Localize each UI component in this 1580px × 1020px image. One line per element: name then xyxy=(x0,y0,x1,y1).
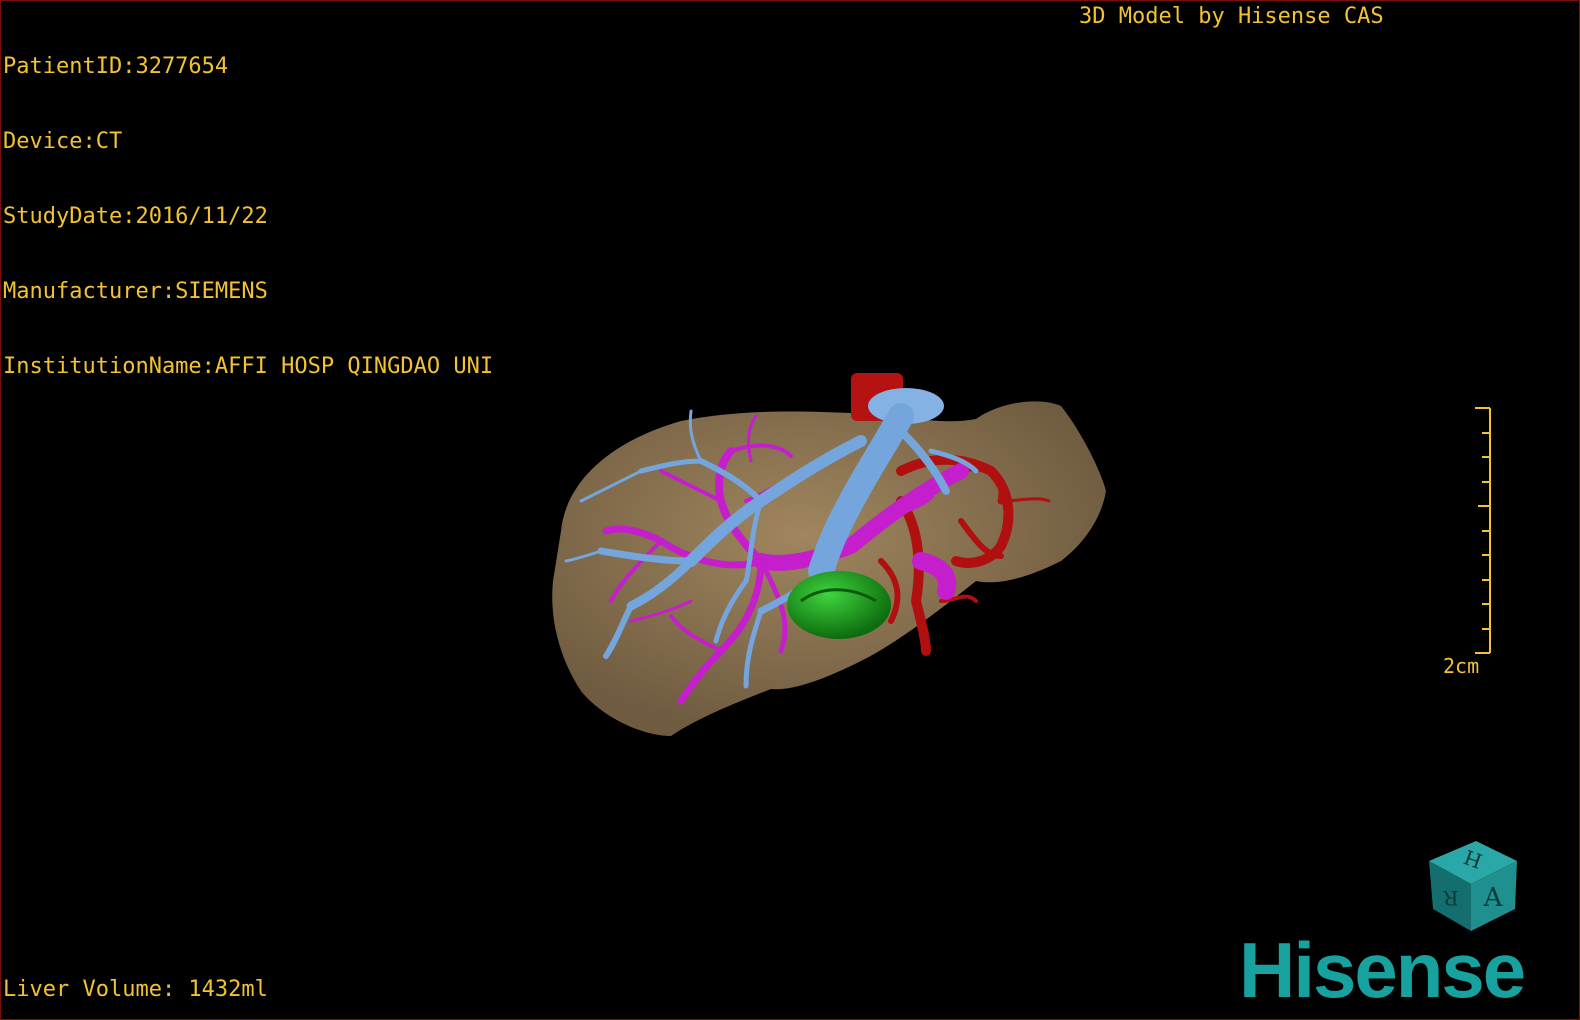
scale-bar-label: 2cm xyxy=(1443,654,1480,678)
3d-viewport[interactable]: PatientID:3277654 Device:CT StudyDate:20… xyxy=(0,0,1580,1020)
liver-3d-model[interactable] xyxy=(1,1,1579,1019)
cube-face-r: R xyxy=(1443,886,1459,910)
brand-logo-text: Hisense xyxy=(1239,929,1524,1009)
cube-face-a: A xyxy=(1483,883,1504,913)
tumor-model xyxy=(787,571,891,639)
liver-volume-text: Liver Volume: 1432ml xyxy=(3,977,268,1002)
scale-bar xyxy=(1475,407,1491,654)
hisense-logo: Hisense xyxy=(1239,929,1526,1009)
orientation-cube-icon[interactable]: H R A xyxy=(1421,839,1521,934)
